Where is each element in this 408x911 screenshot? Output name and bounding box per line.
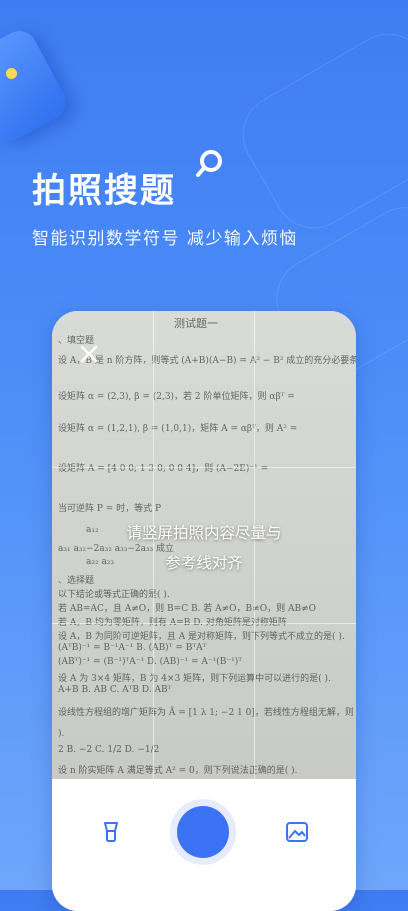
paper-text-line: 若 A，B 均为零矩阵，则有 A=B D. 对角矩阵是对称矩阵 <box>58 618 287 628</box>
decorative-blue-block <box>0 24 72 148</box>
camera-viewfinder[interactable]: 测试题一 、填空题 设 A，B 是 n 阶方阵，则等式 (A+B)(A−B) =… <box>52 311 356 779</box>
phone-mockup: 测试题一 、填空题 设 A，B 是 n 阶方阵，则等式 (A+B)(A−B) =… <box>52 311 356 911</box>
paper-text-line: 设 n 阶实矩阵 A 满足等式 A² = 0，则下列说法正确的是( ). <box>58 766 298 776</box>
camera-toolbar <box>52 779 356 911</box>
reference-line <box>254 311 255 779</box>
close-icon[interactable] <box>78 343 100 365</box>
paper-text-line: 设 A 为 3×4 矩阵，B 为 4×3 矩阵，则下列运算中可以进行的是( ). <box>58 674 331 684</box>
reference-line <box>153 311 154 779</box>
paper-text-line: 设 A，B 为同阶可逆矩阵，且 A 是对称矩阵，则下列等式不成立的是( ). <box>58 632 345 642</box>
paper-text-line: 设 A，B 是 n 阶方阵，则等式 (A+B)(A−B) = A² − B² 成… <box>58 356 356 366</box>
flashlight-icon[interactable] <box>98 819 124 845</box>
paper-text-line: (ABᵀ)⁻¹ = (B⁻¹)ᵀA⁻¹ D. (AB)⁻¹ = A⁻¹(B⁻¹)… <box>58 657 243 667</box>
search-icon <box>196 150 222 177</box>
shutter-core <box>177 806 229 858</box>
promo-subline: 智能识别数学符号 减少输入烦恼 <box>32 229 298 249</box>
paper-text-line: 2 B. −2 C. 1/2 D. −1/2 <box>58 745 160 755</box>
shutter-button[interactable] <box>170 799 236 865</box>
paper-text-line: 设矩阵 α = (1,2,1), β = (1,0,1)，矩阵 A = αβᵀ，… <box>58 424 298 434</box>
paper-text-line: 设矩阵 α = (2,3), β = (2,3)，若 2 阶单位矩阵，则 αβᵀ… <box>58 392 295 402</box>
camera-hint-line2: 参考线对齐 <box>165 554 243 572</box>
reference-line <box>52 623 356 624</box>
paper-text-line: (AᵀB)⁻¹ = B⁻¹A⁻¹ B. (AB)ᵀ = BᵀAᵀ <box>58 643 207 653</box>
decorative-outline <box>228 19 408 243</box>
promo-headline: 拍照搜题 <box>32 171 176 211</box>
decorative-yellow-dot <box>6 68 17 79</box>
reference-line <box>52 467 356 468</box>
paper-text-line: ). <box>58 729 65 739</box>
paper-text-line: A+B B. AB C. AᵀB D. ABᵀ <box>58 685 172 695</box>
paper-text-line: 当可逆阵 P = 时，等式 P <box>58 504 162 514</box>
paper-text-line: 测试题一 <box>174 317 218 330</box>
paper-text-line: 、选择题 <box>58 576 95 586</box>
paper-text-line: 若 AB=AC，且 A≠O，则 B=C B. 若 A≠O，B≠O，则 AB≠O <box>58 604 316 614</box>
camera-hint-line1: 请竖屏拍照内容尽量与 <box>126 524 282 542</box>
gallery-icon[interactable] <box>284 819 310 845</box>
paper-text-line: 设线性方程组的增广矩阵为 Ã = [1 λ 1; −2 1 0]，若线性方程组无… <box>58 708 356 718</box>
